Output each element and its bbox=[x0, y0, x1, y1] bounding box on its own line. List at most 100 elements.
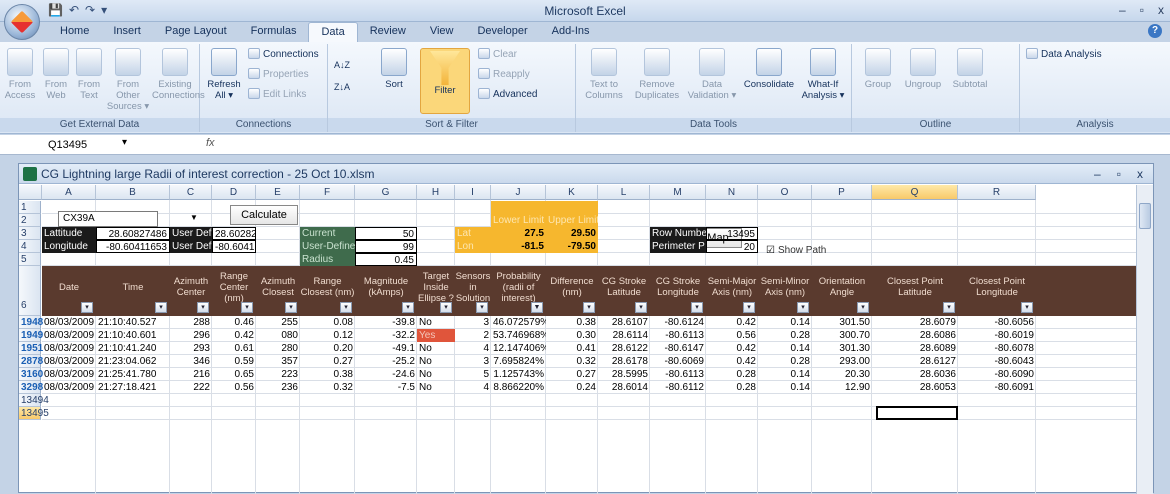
tab-view[interactable]: View bbox=[418, 22, 466, 42]
from-web-button[interactable]: From Web bbox=[40, 48, 72, 101]
tab-formulas[interactable]: Formulas bbox=[239, 22, 309, 42]
column-header-e[interactable]: E bbox=[256, 185, 300, 200]
subtotal-button[interactable]: Subtotal bbox=[948, 48, 992, 90]
fx-button[interactable]: fx bbox=[206, 137, 215, 149]
row-header[interactable]: 5 bbox=[19, 253, 41, 266]
column-header-n[interactable]: N bbox=[706, 185, 758, 200]
tab-home[interactable]: Home bbox=[48, 22, 101, 42]
clear-button[interactable]: Clear bbox=[478, 48, 517, 62]
select-all-corner[interactable] bbox=[19, 185, 42, 200]
filter-dropdown-icon[interactable]: ▾ bbox=[197, 302, 209, 313]
column-header-k[interactable]: K bbox=[546, 185, 598, 200]
help-icon[interactable]: ? bbox=[1148, 24, 1162, 38]
wb-restore-button[interactable]: ▫ bbox=[1117, 164, 1121, 184]
column-header-j[interactable]: J bbox=[491, 185, 546, 200]
row-header[interactable]: 3160 bbox=[19, 368, 43, 381]
filter-dropdown-icon[interactable]: ▾ bbox=[340, 302, 352, 313]
sort-z-a-button[interactable]: Z↓A bbox=[334, 80, 350, 94]
column-header-o[interactable]: O bbox=[758, 185, 812, 200]
row-header[interactable]: 1951 bbox=[19, 342, 43, 355]
reapply-button[interactable]: Reapply bbox=[478, 68, 530, 82]
show-path-checkbox[interactable]: ☑ bbox=[766, 245, 775, 256]
column-header-f[interactable]: F bbox=[300, 185, 355, 200]
column-header-d[interactable]: D bbox=[212, 185, 256, 200]
existing-connections-button[interactable]: Existing Connections bbox=[152, 48, 205, 101]
row-header[interactable]: 6 bbox=[19, 266, 41, 316]
scroll-thumb[interactable] bbox=[1139, 203, 1151, 229]
office-button[interactable] bbox=[4, 4, 40, 40]
from-access-button[interactable]: From Access bbox=[4, 48, 36, 101]
tab-add-ins[interactable]: Add-Ins bbox=[540, 22, 602, 42]
row-header[interactable]: 3298 bbox=[19, 381, 43, 394]
column-header-q[interactable]: Q bbox=[872, 185, 958, 200]
consolidate-button[interactable]: Consolidate bbox=[740, 48, 798, 90]
formula-input[interactable] bbox=[226, 137, 1166, 153]
tab-developer[interactable]: Developer bbox=[465, 22, 539, 42]
column-header-g[interactable]: G bbox=[355, 185, 417, 200]
row-header[interactable]: 4 bbox=[19, 240, 41, 253]
worksheet-grid[interactable]: A B C D E F G H I J K L M N O P Q R 1 2 3 4 5 6 1948 1949 1951 2878… bbox=[19, 185, 1137, 494]
sort-button[interactable]: Sort bbox=[376, 48, 412, 90]
row-header[interactable]: 1949 bbox=[19, 329, 43, 342]
row-header[interactable]: 3 bbox=[19, 227, 41, 240]
filter-dropdown-icon[interactable]: ▾ bbox=[1021, 302, 1033, 313]
connections-button[interactable]: Connections bbox=[248, 48, 319, 62]
wb-close-button[interactable]: x bbox=[1137, 164, 1143, 184]
column-header-h[interactable]: H bbox=[417, 185, 455, 200]
restore-button[interactable]: ▫ bbox=[1140, 3, 1144, 17]
tab-review[interactable]: Review bbox=[358, 22, 418, 42]
data-analysis-button[interactable]: Data Analysis bbox=[1026, 48, 1102, 62]
combo-dropdown-icon[interactable]: ▼ bbox=[190, 213, 198, 222]
ungroup-button[interactable]: Ungroup bbox=[900, 48, 946, 90]
text-to-columns-button[interactable]: Text to Columns bbox=[580, 48, 628, 101]
refresh-all-button[interactable]: Refresh All ▾ bbox=[204, 48, 244, 101]
selected-cell[interactable] bbox=[876, 406, 958, 420]
column-header-b[interactable]: B bbox=[96, 185, 170, 200]
name-box[interactable]: Q13495 bbox=[4, 137, 114, 153]
row-header[interactable]: 2878 bbox=[19, 355, 43, 368]
filter-dropdown-icon[interactable]: ▾ bbox=[797, 302, 809, 313]
from-text-button[interactable]: From Text bbox=[74, 48, 104, 101]
filter-dropdown-icon[interactable]: ▾ bbox=[241, 302, 253, 313]
column-header-a[interactable]: A bbox=[42, 185, 96, 200]
row-header[interactable]: 1948 bbox=[19, 316, 43, 329]
row-header[interactable]: 13495 bbox=[19, 407, 49, 420]
filter-dropdown-icon[interactable]: ▾ bbox=[402, 302, 414, 313]
row-header[interactable]: 2 bbox=[19, 214, 41, 227]
vertical-scrollbar[interactable] bbox=[1136, 185, 1153, 494]
filter-button[interactable]: Filter bbox=[420, 48, 470, 114]
properties-button[interactable]: Properties bbox=[248, 68, 309, 82]
column-header-m[interactable]: M bbox=[650, 185, 706, 200]
filter-dropdown-icon[interactable]: ▾ bbox=[635, 302, 647, 313]
group-button[interactable]: Group bbox=[858, 48, 898, 90]
filter-dropdown-icon[interactable]: ▾ bbox=[155, 302, 167, 313]
filter-dropdown-icon[interactable]: ▼ bbox=[531, 302, 543, 313]
column-header-i[interactable]: I bbox=[455, 185, 491, 200]
filter-dropdown-icon[interactable]: ▾ bbox=[857, 302, 869, 313]
remove-duplicates-button[interactable]: Remove Duplicates bbox=[630, 48, 684, 101]
column-header-r[interactable]: R bbox=[958, 185, 1036, 200]
advanced-button[interactable]: Advanced bbox=[478, 88, 537, 102]
filter-dropdown-icon[interactable]: ▾ bbox=[440, 302, 452, 313]
wb-minimize-button[interactable]: – bbox=[1094, 164, 1101, 184]
row-header[interactable]: 1 bbox=[19, 201, 41, 214]
sort-a-z-button[interactable]: A↓Z bbox=[334, 58, 350, 72]
minimize-button[interactable]: – bbox=[1119, 3, 1126, 17]
filter-dropdown-icon[interactable]: ▾ bbox=[81, 302, 93, 313]
tab-data[interactable]: Data bbox=[308, 22, 358, 42]
edit-links-button[interactable]: Edit Links bbox=[248, 88, 306, 102]
close-button[interactable]: x bbox=[1158, 3, 1164, 17]
filter-dropdown-icon[interactable]: ▾ bbox=[743, 302, 755, 313]
what-if-analysis-button[interactable]: What-If Analysis ▾ bbox=[798, 48, 848, 101]
filter-dropdown-icon[interactable]: ▾ bbox=[583, 302, 595, 313]
name-box-dropdown-icon[interactable]: ▾ bbox=[122, 137, 127, 148]
filter-dropdown-icon[interactable]: ▾ bbox=[943, 302, 955, 313]
column-header-l[interactable]: L bbox=[598, 185, 650, 200]
calculate-button[interactable]: Calculate bbox=[230, 205, 298, 225]
tab-page-layout[interactable]: Page Layout bbox=[153, 22, 239, 42]
data-validation-button[interactable]: Data Validation ▾ bbox=[686, 48, 738, 101]
tab-insert[interactable]: Insert bbox=[101, 22, 153, 42]
from-other-sources-button[interactable]: From Other Sources ▾ bbox=[104, 48, 152, 112]
filter-dropdown-icon[interactable]: ▾ bbox=[691, 302, 703, 313]
row-header[interactable]: 13494 bbox=[19, 394, 49, 407]
